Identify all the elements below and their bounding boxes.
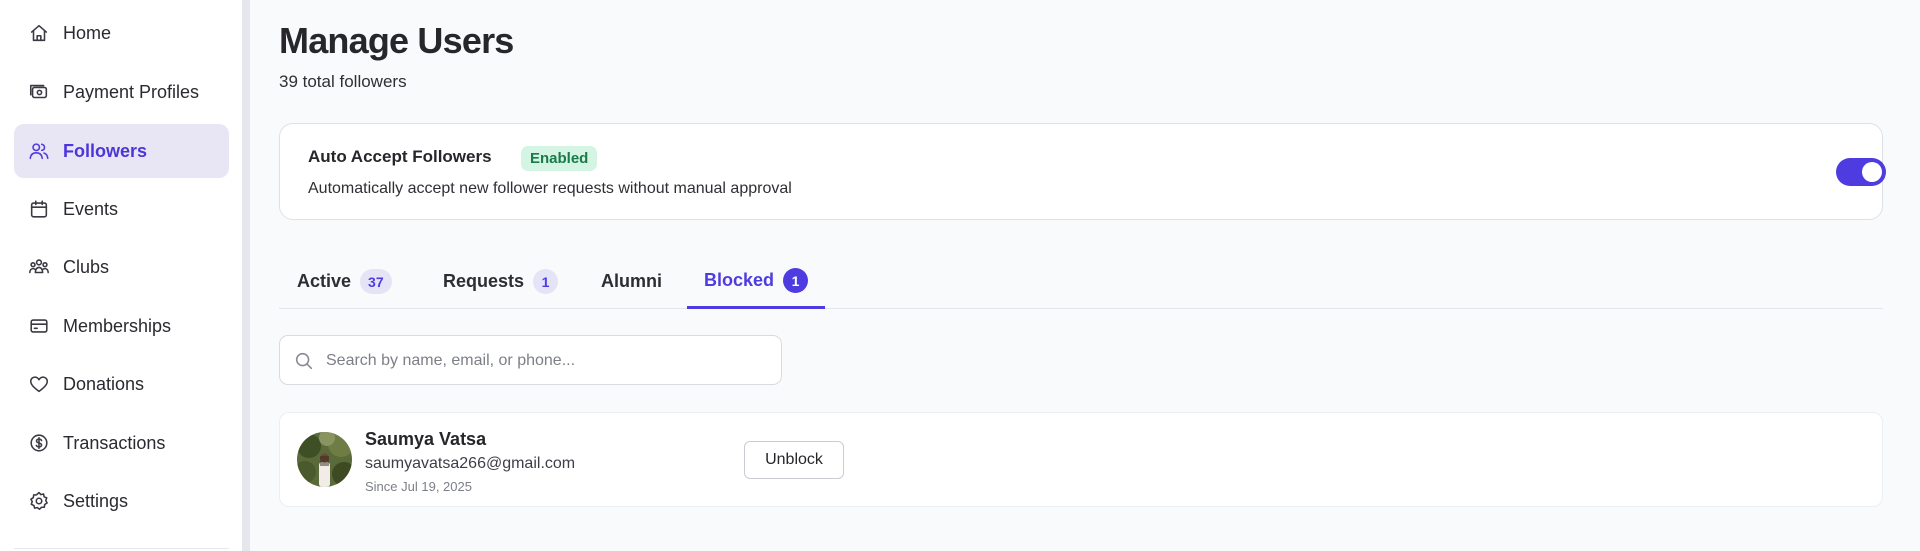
tab-label: Blocked <box>704 270 775 290</box>
page-title: Manage Users <box>279 20 514 61</box>
tab-count-badge: 1 <box>783 268 809 293</box>
card-icon <box>28 315 50 337</box>
tab-label: Active <box>297 271 352 291</box>
sidebar: Home Payment Profiles Followers Events C… <box>0 0 242 551</box>
sidebar-item-label: Payment Profiles <box>63 81 200 102</box>
follower-tabs: Active 37 Requests 1 Alumni Blocked 1 <box>279 255 1883 309</box>
sidebar-item-clubs[interactable]: Clubs <box>14 240 229 294</box>
sidebar-item-home[interactable]: Home <box>14 6 229 60</box>
gear-icon <box>28 490 50 512</box>
user-email: saumyavatsa266@gmail.com <box>365 455 576 472</box>
auto-accept-description: Automatically accept new follower reques… <box>308 180 792 197</box>
sidebar-splitter <box>242 0 250 551</box>
follower-count: 39 total followers <box>279 72 407 91</box>
search-input[interactable] <box>324 336 768 386</box>
sidebar-item-label: Memberships <box>63 315 172 336</box>
sidebar-item-donations[interactable]: Donations <box>14 357 229 411</box>
sidebar-divider <box>14 548 229 549</box>
user-name: Saumya Vatsa <box>365 429 487 449</box>
tab-label: Requests <box>443 271 525 291</box>
tab-active[interactable]: Active 37 <box>297 255 392 308</box>
status-badge: Enabled <box>521 146 598 171</box>
sidebar-item-settings[interactable]: Settings <box>14 474 229 528</box>
sidebar-item-memberships[interactable]: Memberships <box>14 299 229 353</box>
auto-accept-toggle[interactable] <box>1836 158 1886 186</box>
heart-icon <box>28 373 50 395</box>
unblock-button[interactable]: Unblock <box>744 441 844 479</box>
dollar-circle-icon <box>28 432 50 454</box>
user-since: Since Jul 19, 2025 <box>365 479 472 494</box>
sidebar-item-label: Settings <box>63 490 129 511</box>
tab-count-badge: 1 <box>533 269 559 294</box>
users-icon <box>28 140 50 162</box>
sidebar-item-label: Donations <box>63 373 145 394</box>
avatar <box>297 432 352 487</box>
toggle-knob <box>1862 162 1882 182</box>
sidebar-item-transactions[interactable]: Transactions <box>14 416 229 470</box>
auto-accept-title: Auto Accept Followers <box>308 147 492 166</box>
sidebar-item-label: Clubs <box>63 256 110 277</box>
home-icon <box>28 22 50 44</box>
tab-label: Alumni <box>601 271 662 291</box>
tab-count-badge: 37 <box>360 269 392 294</box>
search-box <box>279 335 782 386</box>
sidebar-item-payment-profiles[interactable]: Payment Profiles <box>14 65 229 119</box>
calendar-icon <box>28 198 50 220</box>
sidebar-item-label: Followers <box>63 140 148 161</box>
main-content: Manage Users 39 total followers Auto Acc… <box>250 0 1920 551</box>
sidebar-item-label: Home <box>63 22 112 43</box>
auto-accept-card: Auto Accept Followers Enabled Automatica… <box>279 123 1886 220</box>
list-item: Saumya Vatsa saumyavatsa266@gmail.com Si… <box>279 412 1883 507</box>
sidebar-item-label: Transactions <box>63 432 166 453</box>
tab-alumni[interactable]: Alumni <box>601 255 662 308</box>
wallet-icon <box>28 81 50 103</box>
tab-requests[interactable]: Requests 1 <box>443 255 559 308</box>
sidebar-item-events[interactable]: Events <box>14 182 229 236</box>
search-icon <box>293 350 315 372</box>
tab-blocked[interactable]: Blocked 1 <box>687 255 826 309</box>
sidebar-item-followers[interactable]: Followers <box>14 124 229 178</box>
sidebar-item-label: Events <box>63 198 119 219</box>
group-icon <box>28 256 50 278</box>
